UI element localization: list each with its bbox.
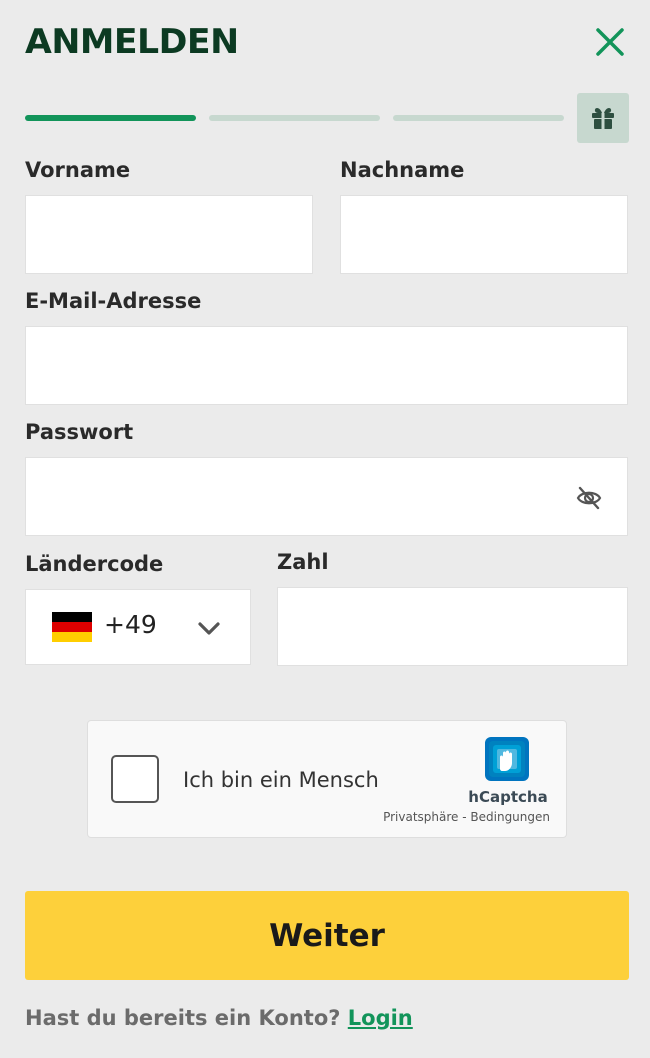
gift-bonus-step <box>577 93 629 143</box>
phone-number-input[interactable] <box>278 588 627 665</box>
last-name-input[interactable] <box>341 196 627 273</box>
country-code-label: Ländercode <box>25 552 164 576</box>
first-name-field[interactable] <box>25 195 313 274</box>
last-name-field[interactable] <box>340 195 628 274</box>
captcha-text: Ich bin ein Mensch <box>183 768 379 792</box>
eye-off-icon[interactable] <box>575 484 603 512</box>
country-code-select[interactable]: +49 <box>25 589 251 665</box>
captcha-widget: Ich bin ein Mensch hCaptcha Privatsphäre… <box>87 720 567 838</box>
login-link[interactable]: Login <box>348 1006 413 1030</box>
phone-number-field[interactable] <box>277 587 628 666</box>
password-input[interactable] <box>26 458 627 535</box>
chevron-down-icon <box>198 622 220 635</box>
progress-step-1 <box>25 115 196 121</box>
hcaptcha-logo-icon <box>485 737 529 781</box>
country-code-value: +49 <box>104 610 157 639</box>
number-label: Zahl <box>277 550 329 574</box>
first-name-input[interactable] <box>26 196 312 273</box>
captcha-links-separator: - <box>458 810 471 824</box>
close-button[interactable] <box>590 22 630 62</box>
continue-button[interactable]: Weiter <box>25 891 629 980</box>
email-input[interactable] <box>26 327 627 404</box>
progress-step-3 <box>393 115 564 121</box>
password-field[interactable] <box>25 457 628 536</box>
german-flag-icon <box>52 612 92 642</box>
password-label: Passwort <box>25 420 134 444</box>
gift-icon <box>592 108 614 129</box>
page-title: ANMELDEN <box>25 22 239 62</box>
first-name-label: Vorname <box>25 158 131 182</box>
login-prompt: Hast du bereits ein Konto? Login <box>25 1006 413 1030</box>
close-icon <box>596 28 624 56</box>
captcha-checkbox[interactable] <box>111 755 159 803</box>
captcha-links: Privatsphäre - Bedingungen <box>383 810 550 824</box>
progress-step-2 <box>209 115 380 121</box>
hcaptcha-brand: hCaptcha <box>468 788 548 806</box>
email-field[interactable] <box>25 326 628 405</box>
captcha-privacy-link[interactable]: Privatsphäre <box>383 810 458 824</box>
login-prompt-text: Hast du bereits ein Konto? <box>25 1006 341 1030</box>
captcha-terms-link[interactable]: Bedingungen <box>470 810 550 824</box>
last-name-label: Nachname <box>340 158 465 182</box>
email-label: E-Mail-Adresse <box>25 289 202 313</box>
